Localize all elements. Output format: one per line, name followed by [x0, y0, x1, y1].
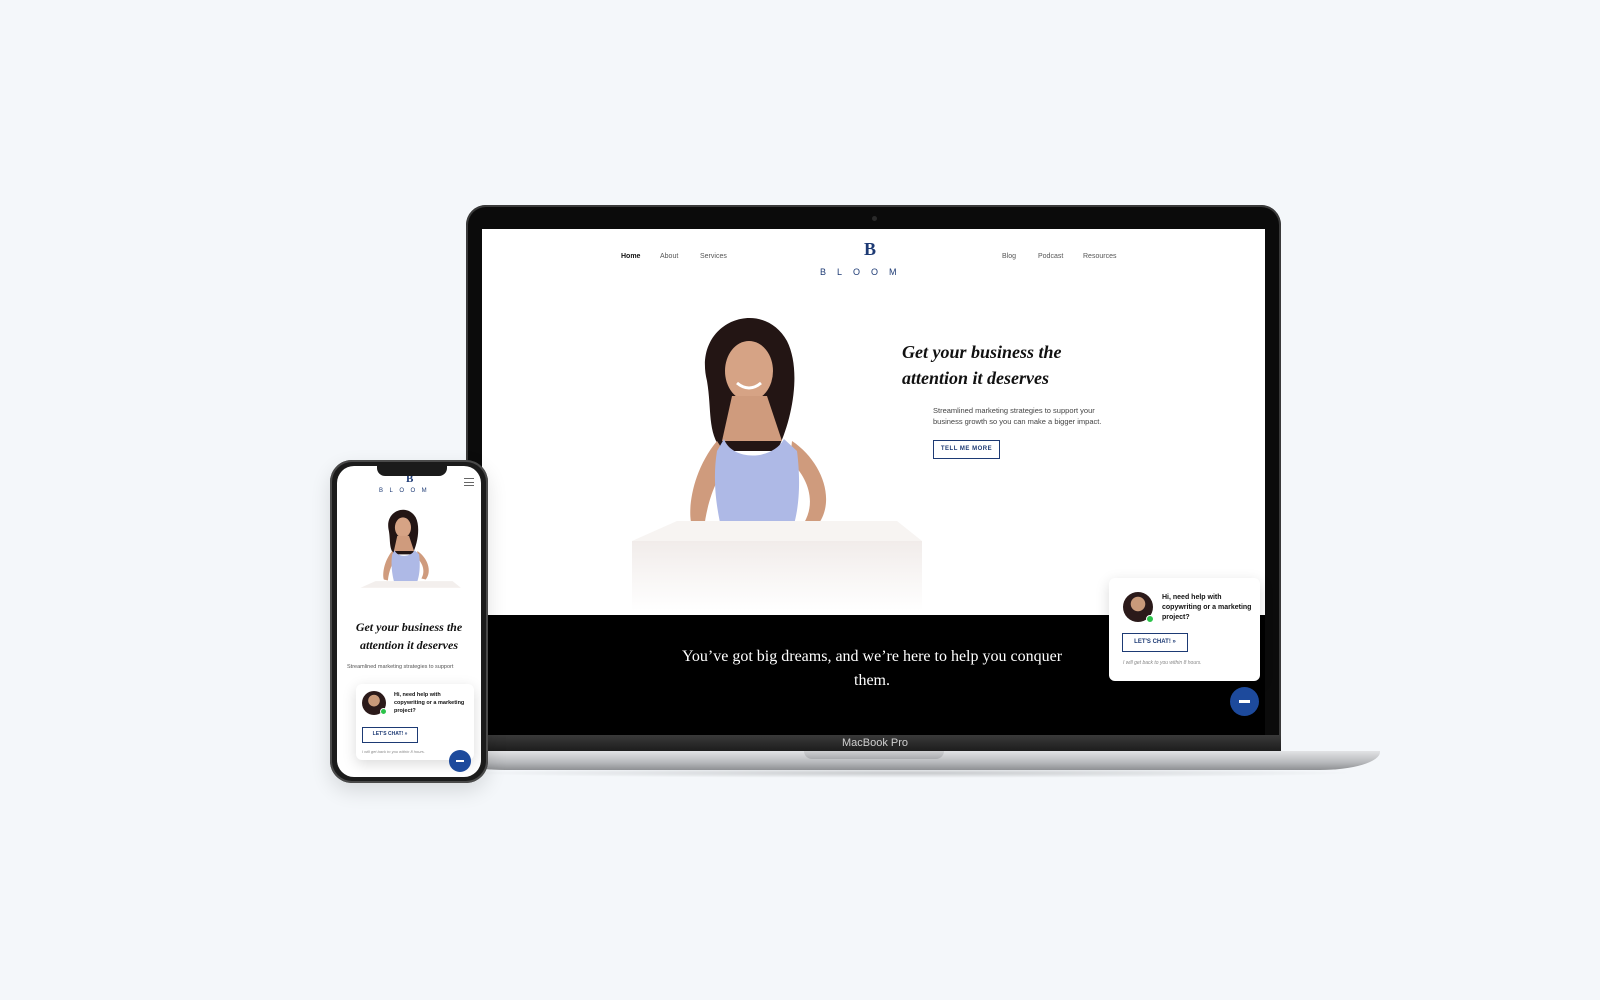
nav-resources[interactable]: Resources — [1083, 253, 1116, 260]
tell-me-more-button[interactable]: TELL ME MORE — [933, 440, 1000, 459]
hero-subtitle: Streamlined marketing strategies to supp… — [933, 406, 1102, 426]
logo-letter[interactable]: B — [864, 239, 876, 260]
device-label: MacBook Pro — [841, 737, 909, 749]
phone-chat-widget: Hi, need help with copywriting or a mark… — [356, 684, 474, 760]
nav-home[interactable]: Home — [621, 253, 640, 260]
lets-chat-button[interactable]: LET'S CHAT! » — [1122, 633, 1188, 652]
hero-photo — [632, 317, 922, 611]
phone-mockup: B BLOOM Get your business the attention … — [330, 460, 488, 783]
nav-services[interactable]: Services — [700, 253, 727, 260]
phone-lets-chat-button[interactable]: LET'S CHAT! » — [362, 727, 418, 743]
phone-screen: B BLOOM Get your business the attention … — [337, 466, 481, 777]
nav-about[interactable]: About — [660, 253, 678, 260]
phone-hero-photo — [360, 509, 461, 608]
hamburger-menu-icon[interactable] — [464, 478, 474, 486]
nav-podcast[interactable]: Podcast — [1038, 253, 1063, 260]
chat-widget: Hi, need help with copywriting or a mark… — [1109, 578, 1260, 681]
phone-hero-title: Get your business the attention it deser… — [355, 620, 463, 652]
chat-note: I will get back to you within 8 hours. — [1123, 660, 1202, 666]
nav-blog[interactable]: Blog — [1002, 253, 1016, 260]
online-status-icon — [1146, 615, 1154, 623]
minimize-chat-icon[interactable] — [1230, 687, 1259, 716]
phone-chat-message: Hi, need help with copywriting or a mark… — [394, 692, 465, 714]
laptop-opening-notch — [804, 751, 944, 759]
phone-online-status-icon — [380, 708, 387, 715]
phone-minimize-chat-icon[interactable] — [449, 750, 471, 772]
logo-wordmark[interactable]: BLOOM — [820, 267, 908, 277]
phone-hero-subtitle: Streamlined marketing strategies to supp… — [347, 664, 454, 670]
chat-message: Hi, need help with copywriting or a mark… — [1162, 594, 1252, 621]
hero-title: Get your business the attention it deser… — [902, 342, 1062, 388]
camera-icon — [872, 216, 877, 221]
phone-logo-wordmark[interactable]: BLOOM — [379, 488, 433, 494]
phone-notch — [377, 466, 447, 476]
banner-text: You’ve got big dreams, and we’re here to… — [681, 648, 1063, 689]
